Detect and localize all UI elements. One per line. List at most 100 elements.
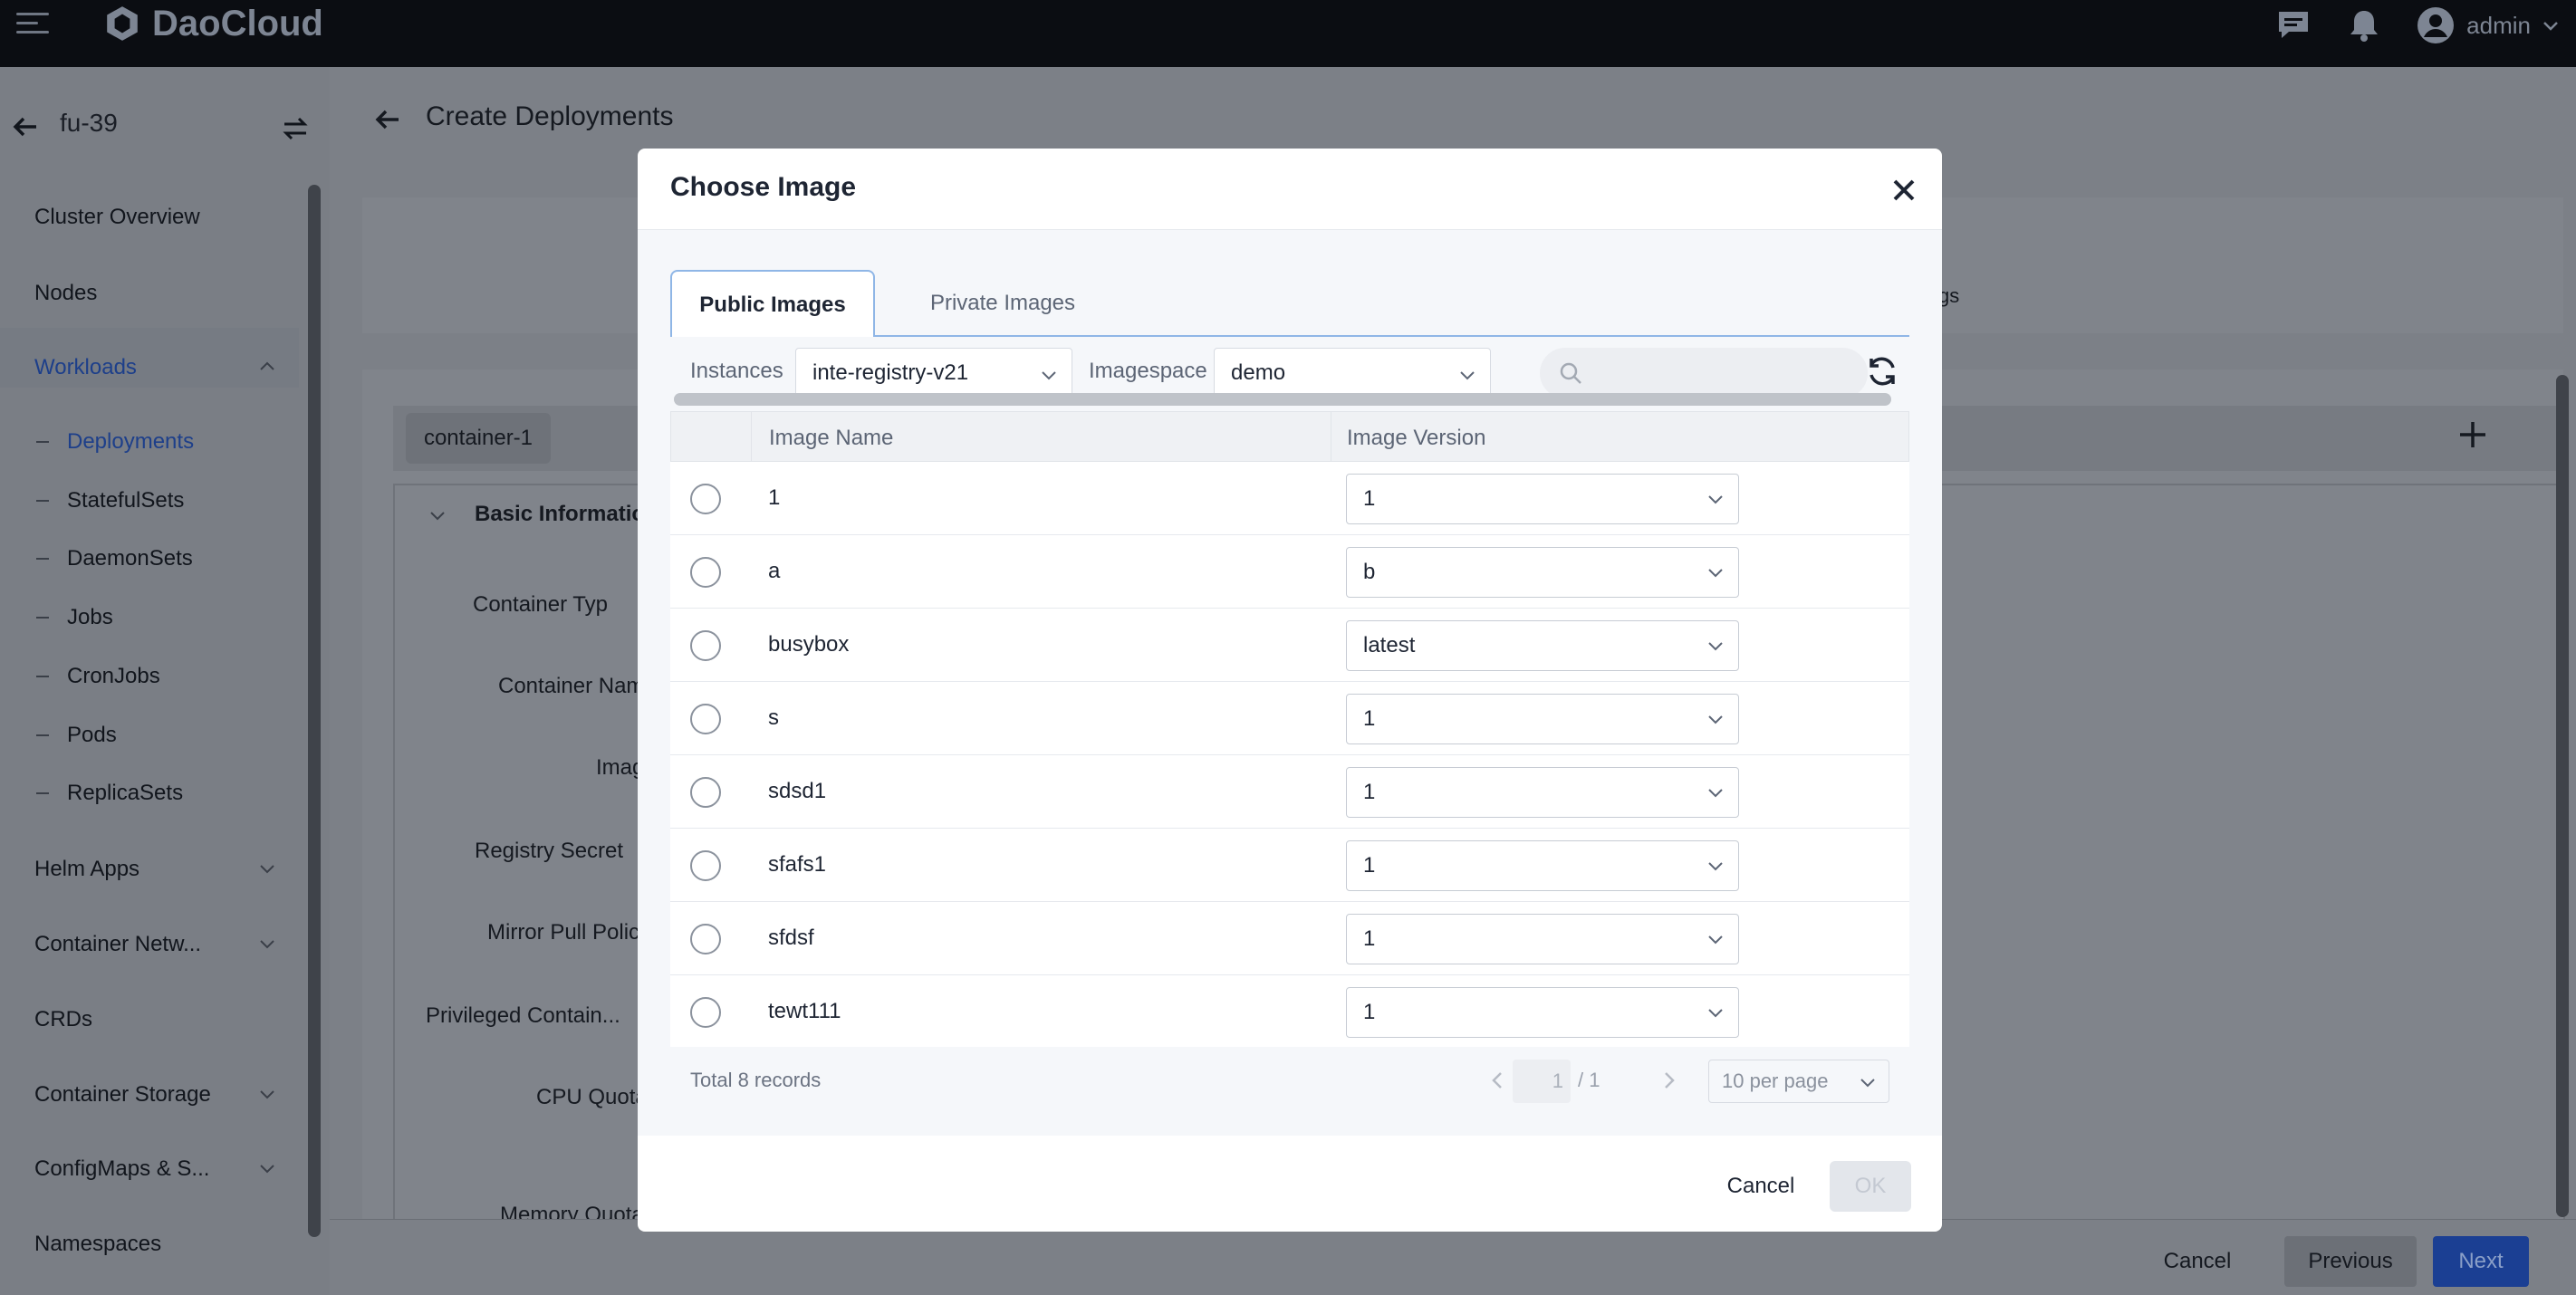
- sidebar-item-crds[interactable]: CRDs: [34, 1007, 92, 1032]
- chevron-down-icon: [2543, 22, 2558, 31]
- field-label-pull-policy: Mirror Pull Polic: [487, 920, 640, 945]
- image-name-cell: 1: [768, 485, 781, 510]
- chevron-down-icon[interactable]: [428, 505, 447, 525]
- row-radio-button[interactable]: [690, 630, 721, 661]
- imagespace-select[interactable]: demo: [1214, 348, 1491, 398]
- back-arrow-icon[interactable]: [371, 103, 404, 136]
- page-total: / 1: [1578, 1069, 1600, 1091]
- chevron-down-icon: [1708, 569, 1723, 578]
- brand-logo[interactable]: DaoCloud: [103, 0, 323, 47]
- sidebar-scrollbar[interactable]: [308, 185, 321, 1237]
- image-version-value: 1: [1363, 926, 1376, 951]
- back-arrow-icon[interactable]: [9, 110, 42, 143]
- dialog-header: Choose Image: [638, 149, 1942, 230]
- chevron-up-icon[interactable]: [257, 357, 277, 377]
- container-tab[interactable]: container-1: [406, 413, 551, 464]
- row-radio-button[interactable]: [690, 850, 721, 881]
- next-button[interactable]: Next: [2433, 1236, 2529, 1287]
- sidebar-item-cluster-overview[interactable]: Cluster Overview: [34, 205, 200, 230]
- image-version-select[interactable]: 1: [1346, 914, 1739, 964]
- image-version-select[interactable]: 1: [1346, 987, 1739, 1038]
- row-radio-button[interactable]: [690, 777, 721, 808]
- sidebar-item-container-network[interactable]: Container Netw...: [34, 932, 201, 957]
- row-radio-button[interactable]: [690, 484, 721, 514]
- bell-icon[interactable]: [2345, 6, 2383, 44]
- row-radio-button[interactable]: [690, 704, 721, 734]
- sidebar-item-statefulsets[interactable]: StatefulSets: [35, 488, 184, 513]
- field-label-registry-secret: Registry Secret: [475, 839, 624, 863]
- tab-public-images[interactable]: Public Images: [670, 270, 875, 339]
- brand-name: DaoCloud: [152, 3, 323, 43]
- table-row[interactable]: sfafs1 1: [670, 829, 1909, 902]
- cancel-button[interactable]: Cancel: [1706, 1161, 1815, 1212]
- refresh-icon[interactable]: [1862, 351, 1902, 391]
- sidebar-item-container-storage[interactable]: Container Storage: [34, 1082, 211, 1108]
- tab-private-images[interactable]: Private Images: [900, 270, 1105, 337]
- table-row[interactable]: sdsd1 1: [670, 755, 1909, 829]
- sidebar-item-helm-apps[interactable]: Helm Apps: [34, 857, 139, 882]
- table-row[interactable]: tewt111 1: [670, 975, 1909, 1049]
- image-name-cell: tewt111: [768, 999, 841, 1023]
- chevron-down-icon[interactable]: [257, 934, 277, 954]
- table-row[interactable]: sfdsf 1: [670, 902, 1909, 975]
- sidebar-item-pods[interactable]: Pods: [36, 723, 117, 748]
- chevron-down-icon: [1708, 862, 1723, 871]
- page-size-value: 10 per page: [1722, 1070, 1829, 1092]
- row-radio-button[interactable]: [690, 924, 721, 954]
- current-page-input[interactable]: 1: [1513, 1060, 1571, 1103]
- table-row[interactable]: s1: [670, 682, 1909, 755]
- chevron-down-icon[interactable]: [257, 1158, 277, 1178]
- close-icon[interactable]: [1886, 172, 1922, 208]
- sidebar-item-configmaps-secrets[interactable]: ConfigMaps & S...: [34, 1156, 209, 1182]
- sidebar: fu-39 Cluster Overview Nodes Workloads D…: [0, 67, 330, 1295]
- header-image-version: Image Version: [1347, 426, 1486, 450]
- ok-button[interactable]: OK: [1830, 1161, 1911, 1212]
- footer-cancel-button[interactable]: Cancel: [2152, 1236, 2243, 1287]
- username: admin: [2466, 11, 2531, 39]
- image-version-select[interactable]: latest: [1346, 620, 1739, 671]
- table-row[interactable]: busybox latest: [670, 609, 1909, 682]
- table-horizontal-scrollbar[interactable]: [674, 393, 1891, 406]
- dialog-title: Choose Image: [670, 172, 857, 202]
- chevron-right-icon[interactable]: [1656, 1067, 1683, 1094]
- user-menu[interactable]: admin: [2416, 5, 2560, 45]
- main-scrollbar[interactable]: [2556, 375, 2569, 1217]
- sidebar-item-cronjobs[interactable]: CronJobs: [36, 664, 160, 689]
- sidebar-item-workloads[interactable]: Workloads: [34, 355, 137, 380]
- add-container-icon[interactable]: [2455, 417, 2491, 453]
- image-version-select[interactable]: 1: [1346, 840, 1739, 891]
- image-name-cell: sfafs1: [768, 852, 827, 877]
- daocloud-logo-icon: [107, 6, 138, 41]
- image-name-cell: busybox: [768, 632, 850, 657]
- image-version-select[interactable]: 1: [1346, 474, 1739, 524]
- page-size-select[interactable]: 10 per page: [1708, 1060, 1889, 1103]
- hamburger-menu-icon[interactable]: [16, 13, 49, 40]
- chevron-left-icon[interactable]: [1484, 1067, 1511, 1094]
- search-input[interactable]: [1540, 348, 1868, 398]
- image-version-select[interactable]: b: [1346, 547, 1739, 598]
- sidebar-item-replicasets[interactable]: ReplicaSets: [35, 781, 183, 806]
- image-version-value: 1: [1363, 780, 1376, 804]
- top-bar: DaoCloud admin: [0, 0, 2576, 67]
- sidebar-item-namespaces[interactable]: Namespaces: [34, 1232, 161, 1257]
- row-radio-button[interactable]: [690, 997, 721, 1028]
- table-row[interactable]: ab: [670, 535, 1909, 609]
- message-icon[interactable]: [2274, 6, 2312, 44]
- table-row[interactable]: 11: [670, 462, 1909, 535]
- sidebar-item-daemonsets[interactable]: DaemonSets: [36, 546, 193, 571]
- instances-select[interactable]: inte-registry-v21: [795, 348, 1072, 398]
- previous-button[interactable]: Previous: [2284, 1236, 2417, 1287]
- image-version-select[interactable]: 1: [1346, 767, 1739, 818]
- chevron-down-icon[interactable]: [257, 1084, 277, 1104]
- switch-cluster-icon[interactable]: [279, 112, 312, 145]
- search-icon: [1560, 362, 1581, 384]
- image-version-select[interactable]: 1: [1346, 694, 1739, 744]
- chevron-down-icon: [1708, 715, 1723, 724]
- chevron-down-icon[interactable]: [257, 859, 277, 878]
- sidebar-item-nodes[interactable]: Nodes: [34, 281, 97, 306]
- cluster-name: fu-39: [60, 109, 118, 137]
- sidebar-item-deployments[interactable]: Deployments: [35, 429, 194, 455]
- row-radio-button[interactable]: [690, 557, 721, 588]
- image-version-value: 1: [1363, 1000, 1376, 1024]
- sidebar-item-jobs[interactable]: Jobs: [36, 605, 113, 630]
